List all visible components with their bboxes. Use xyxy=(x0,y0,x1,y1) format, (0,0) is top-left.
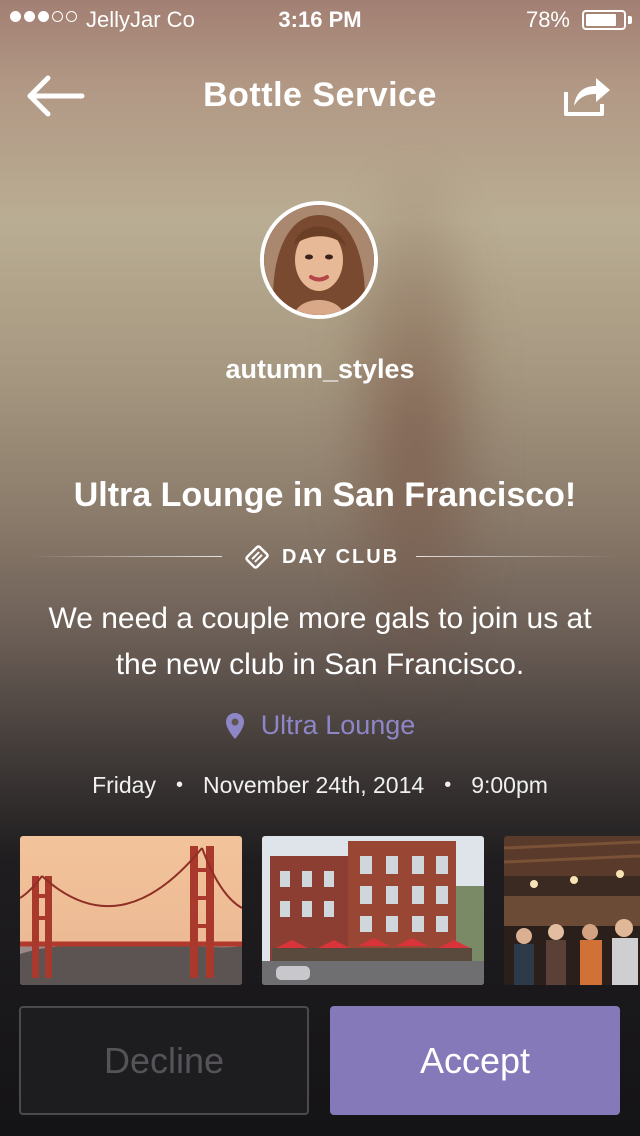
tag-icon xyxy=(245,545,269,569)
datetime-separator: • xyxy=(444,774,452,796)
event-photo-3[interactable] xyxy=(504,836,640,985)
username[interactable]: autumn_styles xyxy=(0,354,640,385)
share-button[interactable] xyxy=(558,72,614,120)
map-pin-icon xyxy=(225,712,244,739)
divider-right xyxy=(416,556,616,557)
event-description: We need a couple more gals to join us at… xyxy=(48,602,592,681)
profile-photo xyxy=(264,205,374,315)
event-category: DAY CLUB xyxy=(242,542,399,572)
event-day: Friday xyxy=(92,772,156,798)
event-photo-2[interactable] xyxy=(262,836,484,985)
share-icon xyxy=(564,78,610,116)
event-category-label: DAY CLUB xyxy=(282,545,400,568)
golden-gate-bridge-photo xyxy=(20,836,242,985)
event-title: Ultra Lounge in San Francisco! xyxy=(73,476,577,514)
datetime-separator: • xyxy=(175,774,183,796)
divider-left xyxy=(30,556,222,557)
brick-building-cafe-photo xyxy=(262,836,484,985)
event-time: 9:00pm xyxy=(471,772,548,798)
event-datetime: Friday • November 24th, 2014 • 9:00pm xyxy=(0,772,640,799)
page-title: Bottle Service xyxy=(203,76,437,114)
status-bar: JellyJar Co 3:16 PM 78% xyxy=(0,0,640,40)
bar-interior-photo xyxy=(504,836,640,985)
event-location-label[interactable]: Ultra Lounge xyxy=(261,710,416,741)
decline-button[interactable]: Decline xyxy=(19,1006,309,1115)
accept-button[interactable]: Accept xyxy=(330,1006,620,1115)
event-date: November 24th, 2014 xyxy=(202,772,425,798)
event-photo-1[interactable] xyxy=(20,836,242,985)
battery-percentage: 78% xyxy=(525,7,570,32)
battery-icon xyxy=(582,10,626,30)
event-location[interactable]: Ultra Lounge xyxy=(0,710,640,741)
avatar[interactable] xyxy=(260,201,378,319)
